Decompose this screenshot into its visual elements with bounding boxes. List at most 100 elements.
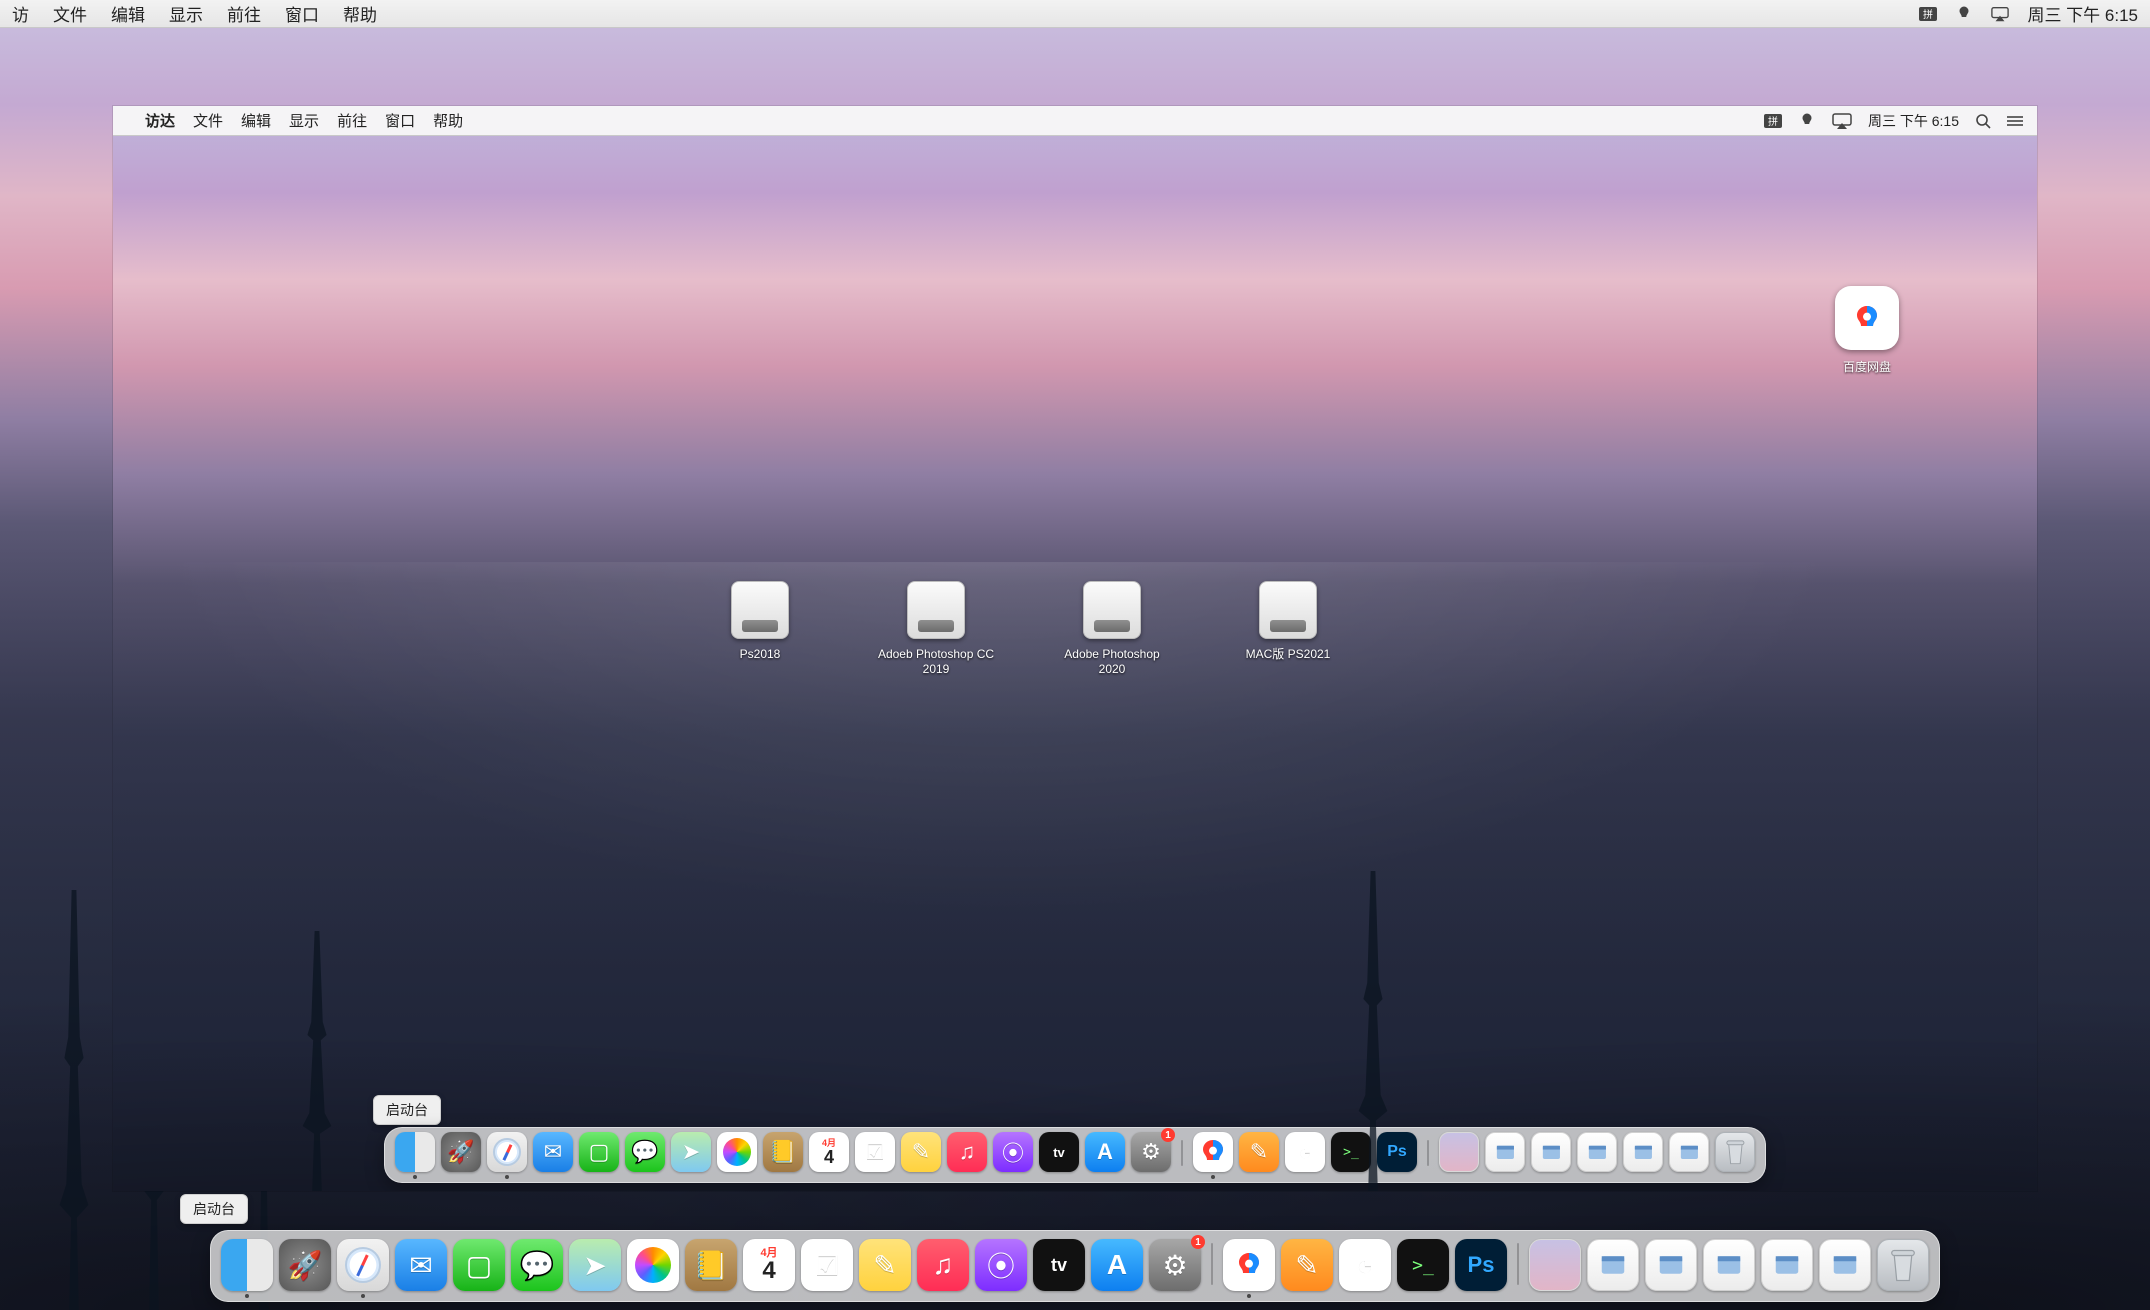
dock-app-photoshop[interactable]: Ps xyxy=(1455,1239,1507,1291)
baidu-icon xyxy=(1835,286,1899,350)
dock-file-recent-file-4[interactable] xyxy=(1623,1132,1663,1172)
dock-file-recent-file-4[interactable] xyxy=(1761,1239,1813,1291)
inner-menu-item[interactable]: 窗口 xyxy=(385,110,415,131)
dock-trash[interactable] xyxy=(1715,1132,1755,1172)
control-center-icon[interactable] xyxy=(2007,114,2023,128)
spotlight-icon[interactable] xyxy=(1975,113,1991,129)
dock-app-launchpad[interactable]: 🚀 xyxy=(279,1239,331,1291)
outer-menu-item[interactable]: 帮助 xyxy=(343,1,377,26)
messages-icon: 💬 xyxy=(520,1249,555,1282)
dock-app-finder[interactable] xyxy=(395,1132,435,1172)
dock-app-baidu-netdisk[interactable] xyxy=(1193,1132,1233,1172)
dock-app-terminal[interactable]: >_ xyxy=(1331,1132,1371,1172)
dock-app-safari[interactable] xyxy=(487,1132,527,1172)
system-preferences-icon: ⚙ xyxy=(1141,1139,1161,1165)
dock-app-messages[interactable]: 💬 xyxy=(511,1239,563,1291)
dock-app-mail[interactable]: ✉ xyxy=(395,1239,447,1291)
outer-menu-item[interactable]: 显示 xyxy=(169,1,203,26)
dock-app-reminders[interactable]: ☑ xyxy=(801,1239,853,1291)
desktop-icon-baidu-netdisk[interactable]: 百度网盘 xyxy=(1817,286,1917,375)
dock-file-recent-file-2[interactable] xyxy=(1531,1132,1571,1172)
outer-menu-item[interactable]: 访 xyxy=(12,1,29,26)
inner-app-name[interactable]: 访达 xyxy=(145,110,175,131)
inner-menu-item[interactable]: 前往 xyxy=(337,110,367,131)
dock-app-appstore[interactable]: A xyxy=(1091,1239,1143,1291)
outer-menu-item[interactable]: 前往 xyxy=(227,1,261,26)
dock-app-mail[interactable]: ✉ xyxy=(533,1132,573,1172)
dock-app-system-preferences[interactable]: ⚙1 xyxy=(1131,1132,1171,1172)
mounted-drive-ps2021[interactable]: MAC版 PS2021 xyxy=(1227,581,1349,677)
dock-file-recent-file-2[interactable] xyxy=(1645,1239,1697,1291)
input-source-icon[interactable]: 拼 xyxy=(1764,114,1782,128)
dock-app-podcasts[interactable]: ⦿ xyxy=(993,1132,1033,1172)
outer-menu-item[interactable]: 窗口 xyxy=(285,1,319,26)
inner-menu-item[interactable]: 文件 xyxy=(193,110,223,131)
input-source-icon[interactable]: 拼 xyxy=(1919,5,1937,23)
mounted-drive-ps2018[interactable]: Ps2018 xyxy=(699,581,821,677)
dock-app-calendar[interactable]: 4月4 xyxy=(743,1239,795,1291)
outer-menu-item[interactable]: 文件 xyxy=(53,1,87,26)
pages-icon: ✎ xyxy=(1295,1249,1318,1282)
dock-file-recent-file-5[interactable] xyxy=(1669,1132,1709,1172)
dock-app-terminal[interactable]: >_ xyxy=(1397,1239,1449,1291)
dock-app-photoshop[interactable]: Ps xyxy=(1377,1132,1417,1172)
dock-wallpaper-tile[interactable] xyxy=(1529,1239,1581,1291)
dock-app-facetime[interactable]: ▢ xyxy=(579,1132,619,1172)
dock-app-podcasts[interactable]: ⦿ xyxy=(975,1239,1027,1291)
mounted-drive-ps2020[interactable]: Adobe Photoshop 2020 xyxy=(1051,581,1173,677)
dock-app-calendar[interactable]: 4月4 xyxy=(809,1132,849,1172)
dock-app-contacts[interactable]: 📒 xyxy=(763,1132,803,1172)
appstore-icon: A xyxy=(1107,1249,1127,1281)
dock-app-clock-app[interactable]: ◔ xyxy=(1285,1132,1325,1172)
dock-app-pages[interactable]: ✎ xyxy=(1281,1239,1333,1291)
inner-dock: 🚀✉▢💬➤📒4月4☑✎♫⦿tvA⚙1✎◔>_Ps xyxy=(384,1127,1766,1183)
dock-app-music[interactable]: ♫ xyxy=(917,1239,969,1291)
dock-app-appstore[interactable]: A xyxy=(1085,1132,1125,1172)
drive-label: Adobe Photoshop 2020 xyxy=(1051,647,1173,677)
dock-app-finder[interactable] xyxy=(221,1239,273,1291)
dock-app-messages[interactable]: 💬 xyxy=(625,1132,665,1172)
dock-app-notes[interactable]: ✎ xyxy=(901,1132,941,1172)
dock-app-pages[interactable]: ✎ xyxy=(1239,1132,1279,1172)
contacts-icon: 📒 xyxy=(694,1249,729,1282)
inner-desktop: 访达 文件 编辑 显示 前往 窗口 帮助 拼 周三 下午 6:15 xyxy=(113,106,2037,1191)
dock-trash[interactable] xyxy=(1877,1239,1929,1291)
mounted-drive-ps2019[interactable]: Adoeb Photoshop CC 2019 xyxy=(875,581,997,677)
dock-app-system-preferences[interactable]: ⚙1 xyxy=(1149,1239,1201,1291)
inner-menu-item[interactable]: 帮助 xyxy=(433,110,463,131)
dock-app-tv[interactable]: tv xyxy=(1039,1132,1079,1172)
inner-menu-item[interactable]: 编辑 xyxy=(241,110,271,131)
outer-menu-item[interactable]: 编辑 xyxy=(111,1,145,26)
dock-file-recent-file-1[interactable] xyxy=(1485,1132,1525,1172)
baidu-menubar-icon[interactable] xyxy=(1955,5,1973,23)
appstore-icon: A xyxy=(1097,1139,1113,1165)
pages-icon: ✎ xyxy=(1250,1139,1268,1165)
dock-file-recent-file-3[interactable] xyxy=(1703,1239,1755,1291)
dock-app-notes[interactable]: ✎ xyxy=(859,1239,911,1291)
dock-app-clock-app[interactable]: ◔ xyxy=(1339,1239,1391,1291)
dock-app-maps[interactable]: ➤ xyxy=(671,1132,711,1172)
dock-file-recent-file-1[interactable] xyxy=(1587,1239,1639,1291)
dock-app-reminders[interactable]: ☑ xyxy=(855,1132,895,1172)
baidu-menubar-icon[interactable] xyxy=(1798,112,1816,130)
dock-wallpaper-tile[interactable] xyxy=(1439,1132,1479,1172)
airplay-icon[interactable] xyxy=(1991,5,2009,23)
dock-app-contacts[interactable]: 📒 xyxy=(685,1239,737,1291)
inner-clock[interactable]: 周三 下午 6:15 xyxy=(1868,111,1959,131)
airplay-icon[interactable] xyxy=(1832,113,1852,129)
dock-app-launchpad[interactable]: 🚀 xyxy=(441,1132,481,1172)
messages-icon: 💬 xyxy=(631,1139,658,1165)
dock-app-music[interactable]: ♫ xyxy=(947,1132,987,1172)
dock-app-photos[interactable] xyxy=(627,1239,679,1291)
dock-app-facetime[interactable]: ▢ xyxy=(453,1239,505,1291)
dock-app-safari[interactable] xyxy=(337,1239,389,1291)
inner-menu-item[interactable]: 显示 xyxy=(289,110,319,131)
dock-app-maps[interactable]: ➤ xyxy=(569,1239,621,1291)
dock-app-baidu-netdisk[interactable] xyxy=(1223,1239,1275,1291)
dock-file-recent-file-5[interactable] xyxy=(1819,1239,1871,1291)
dock-file-recent-file-3[interactable] xyxy=(1577,1132,1617,1172)
dock-app-photos[interactable] xyxy=(717,1132,757,1172)
outer-clock[interactable]: 周三 下午 6:15 xyxy=(2027,1,2138,26)
dock-app-tv[interactable]: tv xyxy=(1033,1239,1085,1291)
disk-icon xyxy=(1259,581,1317,639)
